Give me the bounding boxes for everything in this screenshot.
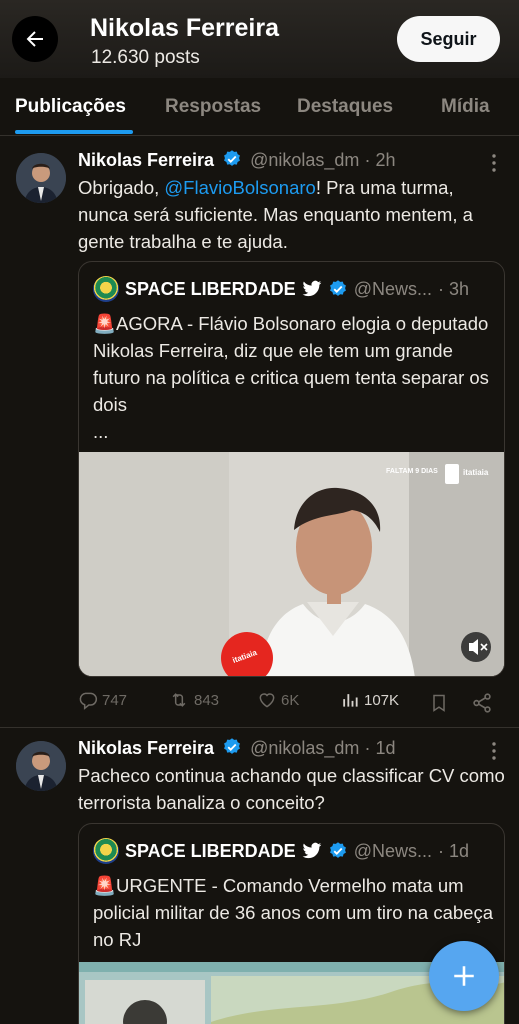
view-count: 107K xyxy=(364,691,400,709)
tab-publicacoes[interactable]: Publicações xyxy=(15,96,126,118)
quoted-post[interactable]: SPACE LIBERDADE @News... · 3h 🚨AGORA - F… xyxy=(78,261,505,677)
profile-header: Nikolas Ferreira 12.630 posts Seguir xyxy=(0,0,519,78)
verified-badge-icon xyxy=(224,150,241,166)
mute-button[interactable] xyxy=(461,632,491,662)
tab-destaques[interactable]: Destaques xyxy=(297,96,393,118)
views-chart-icon xyxy=(343,694,358,707)
author-name[interactable]: Nikolas Ferreira xyxy=(78,738,214,758)
author-handle[interactable]: @nikolas_dm xyxy=(250,738,359,758)
author-name[interactable]: Nikolas Ferreira xyxy=(78,150,214,170)
repost-count: 843 xyxy=(194,691,220,709)
post-header: Nikolas Ferreira @nikolas_dm · 1d xyxy=(78,737,395,759)
verified-badge-icon xyxy=(329,280,346,296)
verified-badge-icon xyxy=(329,842,346,858)
author-handle[interactable]: @nikolas_dm xyxy=(250,150,359,170)
repost-icon xyxy=(172,693,186,707)
tab-respostas[interactable]: Respostas xyxy=(165,96,261,118)
plus-icon xyxy=(454,966,474,986)
post-text: Obrigado, @FlavioBolsonaro! Pra uma turm… xyxy=(78,174,506,255)
like-button[interactable]: 6K xyxy=(257,690,299,710)
quote-time: · 1d xyxy=(437,840,470,861)
quote-handle: @News... xyxy=(353,278,432,299)
share-icon[interactable] xyxy=(471,692,493,714)
more-options-icon[interactable] xyxy=(482,151,506,175)
post-time[interactable]: · 1d xyxy=(364,738,395,758)
post-time[interactable]: · 2h xyxy=(364,150,395,170)
avatar[interactable] xyxy=(16,741,66,791)
active-tab-indicator xyxy=(15,130,133,134)
reply-icon xyxy=(79,692,98,710)
quote-time: · 3h xyxy=(437,278,470,299)
profile-tabs: Publicações Respostas Destaques Mídia xyxy=(0,78,519,136)
quote-header: SPACE LIBERDADE @News... · 3h xyxy=(93,276,469,302)
post-header: Nikolas Ferreira @nikolas_dm · 2h xyxy=(78,149,395,171)
like-count: 6K xyxy=(281,691,300,709)
quote-avatar xyxy=(93,838,119,864)
bird-icon xyxy=(302,280,321,297)
views-button[interactable]: 107K xyxy=(340,690,399,710)
quote-avatar xyxy=(93,276,119,302)
quote-ellipsis: ... xyxy=(93,421,109,442)
compose-button[interactable] xyxy=(429,941,499,1011)
bird-icon xyxy=(302,842,321,859)
reply-count: 747 xyxy=(102,691,128,709)
bookmark-icon[interactable] xyxy=(429,692,449,714)
repost-button[interactable]: 843 xyxy=(168,690,219,710)
heart-icon xyxy=(259,693,275,708)
profile-name: Nikolas Ferreira xyxy=(90,14,279,42)
quote-header: SPACE LIBERDADE @News... · 1d xyxy=(93,838,469,864)
video-overlay-text: FALTAM 9 DIAS xyxy=(386,468,438,475)
arrow-left-icon xyxy=(26,31,43,47)
reply-button[interactable]: 747 xyxy=(78,690,127,710)
video-thumbnail xyxy=(79,452,504,676)
verified-badge-icon xyxy=(224,738,241,754)
tab-midia[interactable]: Mídia xyxy=(441,96,490,118)
video-brand-logo: itatiaia xyxy=(463,468,489,477)
quote-text: 🚨URGENTE - Comando Vermelho mata um poli… xyxy=(93,875,493,950)
follow-button[interactable]: Seguir xyxy=(397,16,500,62)
quote-author-name: SPACE LIBERDADE xyxy=(125,278,296,299)
quote-text: 🚨AGORA - Flávio Bolsonaro elogia o deput… xyxy=(93,313,489,415)
quote-handle: @News... xyxy=(353,840,432,861)
post-text-start: Obrigado, xyxy=(78,177,165,198)
avatar[interactable] xyxy=(16,153,66,203)
back-button[interactable] xyxy=(12,16,58,62)
video-player[interactable]: FALTAM 9 DIAS itatiaia itatiaia xyxy=(79,452,504,676)
quote-author-name: SPACE LIBERDADE xyxy=(125,840,296,861)
more-options-icon[interactable] xyxy=(482,739,506,763)
post-count: 12.630 posts xyxy=(91,47,200,68)
post-actions: 747 843 6K 107K xyxy=(78,690,498,716)
post[interactable]: Nikolas Ferreira @nikolas_dm · 2h Obriga… xyxy=(0,137,519,727)
post-text: Pacheco continua achando que classificar… xyxy=(78,765,505,813)
mention-link[interactable]: @FlavioBolsonaro xyxy=(164,177,315,198)
